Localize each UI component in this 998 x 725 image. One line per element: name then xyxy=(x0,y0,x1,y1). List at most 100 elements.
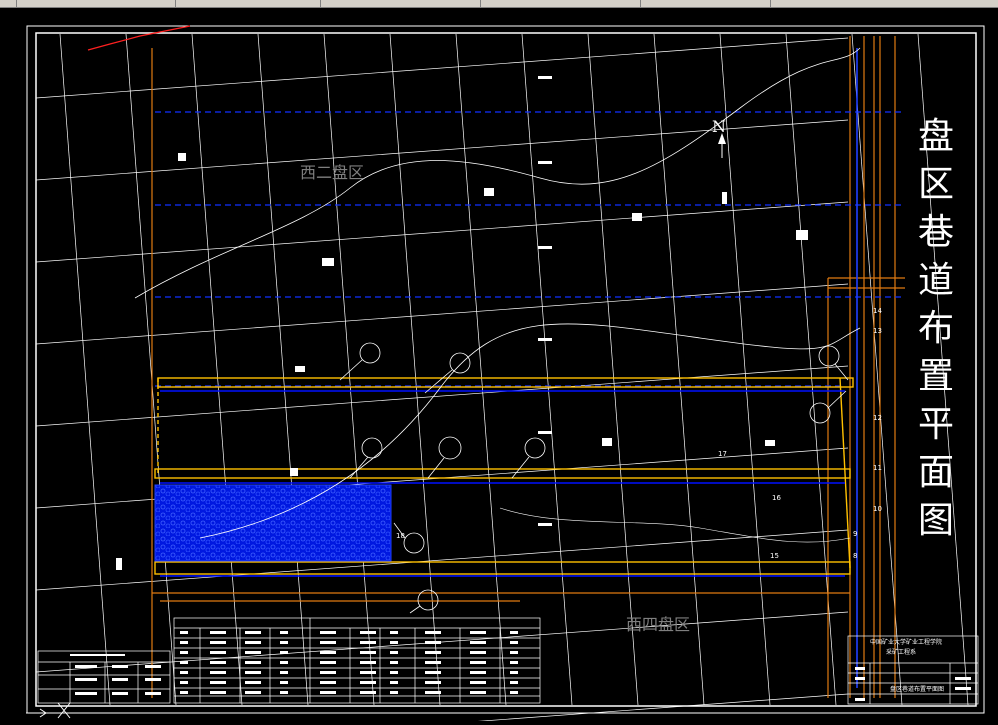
table-cell-mark xyxy=(425,641,441,644)
point-number: 8 xyxy=(853,552,857,560)
title-char: 平 xyxy=(918,404,954,445)
table-cell-mark xyxy=(210,681,226,684)
point-number: 11 xyxy=(873,464,882,472)
title-char: 区 xyxy=(918,164,954,205)
table-cell-mark xyxy=(280,641,288,644)
title-block-marks xyxy=(855,667,971,701)
point-number: 14 xyxy=(873,307,882,315)
table-cell-mark xyxy=(470,671,486,674)
goaf-area xyxy=(154,484,392,562)
table-cell-mark xyxy=(425,661,441,664)
grid-line xyxy=(35,611,849,673)
table-cell-mark xyxy=(180,671,188,674)
toolbar-separator xyxy=(16,0,17,7)
cad-drawing: N 西二盘区 西四盘区 17 16 15 14 13 12 11 10 9 8 … xyxy=(26,25,985,725)
table-cell-mark xyxy=(210,671,226,674)
grid-line xyxy=(455,33,507,706)
table-cell-mark xyxy=(470,681,486,684)
table-cell-mark xyxy=(210,641,226,644)
table-cell-mark xyxy=(180,691,188,694)
table-cell-mark xyxy=(510,681,518,684)
table-cell-mark xyxy=(320,681,336,684)
roadway-blue xyxy=(160,48,858,688)
table-cell-mark xyxy=(245,661,261,664)
table-cell-mark xyxy=(470,641,486,644)
major-name: 采矿工程系 xyxy=(886,648,916,656)
toolbar-separator xyxy=(640,0,641,7)
table-cell-mark xyxy=(510,661,518,664)
grid-line xyxy=(653,33,705,706)
table-cell-mark xyxy=(245,641,261,644)
toolbar-separator xyxy=(175,0,176,7)
contour-line xyxy=(134,47,861,299)
point-number: 17 xyxy=(718,450,727,458)
drawing-title: 盘 区 巷 道 布 置 平 面 图 xyxy=(918,116,954,541)
table-cell-mark xyxy=(390,641,398,644)
contour-line xyxy=(499,507,851,543)
table-cell-mark xyxy=(320,641,336,644)
title-char: 布 xyxy=(918,308,954,349)
table-cell-mark xyxy=(510,691,518,694)
grid-line xyxy=(35,201,849,263)
table-cell-mark xyxy=(320,661,336,664)
toolbar-separator xyxy=(320,0,321,7)
table-cell-mark xyxy=(360,681,376,684)
grid-line xyxy=(423,693,849,725)
title-block xyxy=(847,635,979,705)
table-cell-mark xyxy=(425,671,441,674)
schedule-table xyxy=(173,617,541,704)
table-cell-mark xyxy=(360,631,376,634)
table-cell-mark xyxy=(425,681,441,684)
title-char: 盘 xyxy=(918,116,954,157)
grid-line xyxy=(35,283,849,345)
title-char: 图 xyxy=(918,500,954,541)
table-cell-mark xyxy=(360,651,376,654)
title-char: 道 xyxy=(918,260,954,301)
table-cell-mark xyxy=(245,671,261,674)
point-number: 9 xyxy=(853,530,857,538)
cad-drawing-canvas[interactable]: N 西二盘区 西四盘区 17 16 15 14 13 12 11 10 9 8 … xyxy=(0,8,998,725)
toolbar-separator xyxy=(480,0,481,7)
table-cell-mark xyxy=(320,671,336,674)
table-cell-mark xyxy=(245,681,261,684)
table-cell-mark xyxy=(470,631,486,634)
table-cell-mark xyxy=(320,631,336,634)
table-cell-mark xyxy=(390,691,398,694)
table-cell-mark xyxy=(360,691,376,694)
table-cell-mark xyxy=(180,651,188,654)
inner-frame xyxy=(35,32,977,707)
table-cell-mark xyxy=(470,651,486,654)
point-number: 16 xyxy=(772,494,781,502)
table-cell-mark xyxy=(425,691,441,694)
grid-line xyxy=(719,33,771,706)
north-label: N xyxy=(712,117,726,136)
table-cell-mark xyxy=(470,691,486,694)
table-cell-mark xyxy=(390,651,398,654)
north-arrow: N xyxy=(712,117,726,158)
toolbar-separator xyxy=(770,0,771,7)
point-number: 18 xyxy=(396,532,405,540)
roadway-blue-dashed xyxy=(155,111,905,387)
table-cell-mark xyxy=(510,641,518,644)
table-cell-mark xyxy=(245,651,261,654)
panel-label-west-four: 西四盘区 xyxy=(626,615,690,634)
table-cell-mark xyxy=(210,651,226,654)
grid-line xyxy=(191,33,243,706)
table-cell-mark xyxy=(280,671,288,674)
table-cell-mark xyxy=(210,691,226,694)
title-char: 面 xyxy=(918,452,954,493)
table-cell-mark xyxy=(210,661,226,664)
table-cell-mark xyxy=(390,661,398,664)
grid-line xyxy=(125,33,177,706)
grid-line xyxy=(389,33,441,706)
legend-table xyxy=(37,650,171,704)
sheet-name: 盘区巷道布置平面图 xyxy=(890,685,944,693)
table-cell-mark xyxy=(390,671,398,674)
grid-line xyxy=(35,37,849,99)
table-cell-mark xyxy=(425,631,441,634)
table-cell-mark xyxy=(245,631,261,634)
table-cell-mark xyxy=(360,641,376,644)
table-cell-mark xyxy=(390,631,398,634)
point-number: 15 xyxy=(770,552,779,560)
table-cell-mark xyxy=(180,681,188,684)
